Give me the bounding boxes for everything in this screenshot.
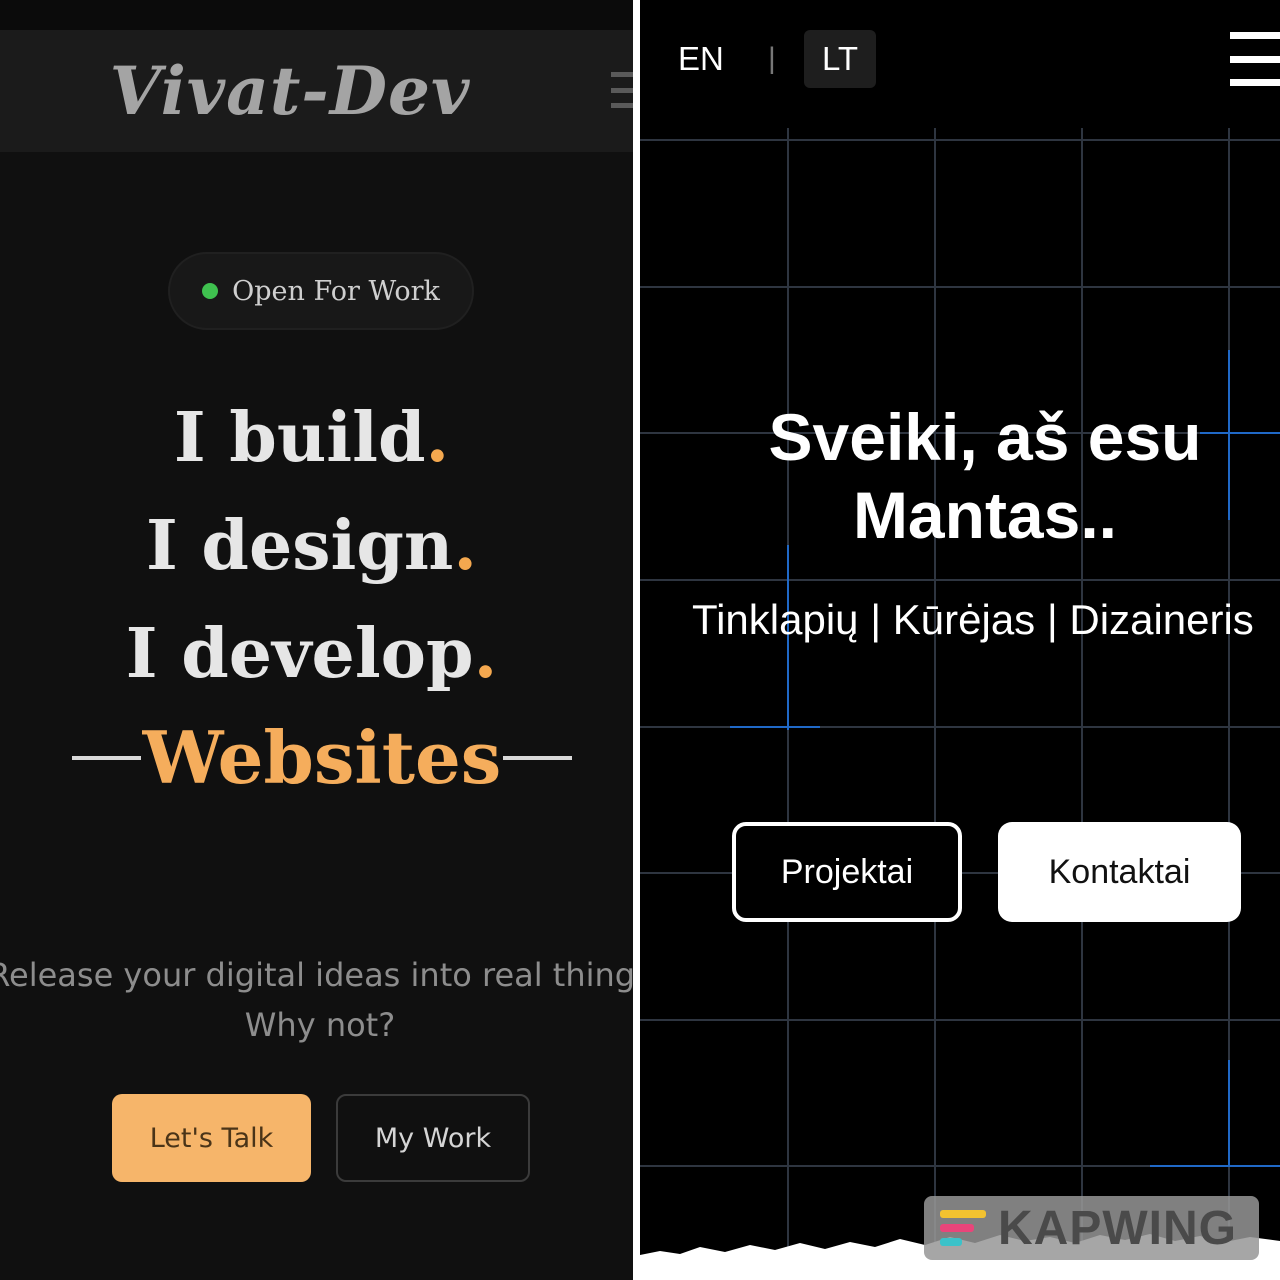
language-switcher: EN | LT (678, 30, 876, 88)
hero-title: Sveiki, aš esu Mantas.. (640, 398, 1280, 554)
projects-button[interactable]: Projektai (732, 822, 962, 922)
my-work-button[interactable]: My Work (336, 1094, 530, 1182)
hamburger-menu-icon[interactable] (1230, 32, 1280, 86)
headline-websites: Websites (72, 722, 572, 794)
mantas-panel: EN | LT Sveiki, aš esu Mantas.. Tinklapi… (640, 0, 1280, 1280)
tagline-line-1: Release your digital ideas into real thi… (0, 956, 633, 994)
top-strip (0, 0, 633, 30)
kapwing-logo-icon (940, 1210, 986, 1246)
kapwing-watermark: KAPWING (924, 1196, 1259, 1260)
tagline: Release your digital ideas into real thi… (0, 950, 633, 1050)
lets-talk-button[interactable]: Let's Talk (112, 1094, 311, 1182)
status-badge: Open For Work (168, 252, 474, 330)
websites-word: Websites (142, 715, 502, 800)
panel-divider (633, 0, 640, 1280)
site-header: Vivat-Dev (0, 30, 633, 152)
vivat-dev-panel: Vivat-Dev Open For Work I build. I desig… (0, 0, 633, 1280)
lang-lt-option[interactable]: LT (804, 30, 876, 88)
lang-separator: | (768, 42, 776, 75)
dash-right (503, 756, 572, 760)
status-badge-label: Open For Work (232, 275, 440, 307)
headline-build: I build. (173, 398, 450, 478)
dash-left (72, 756, 141, 760)
kapwing-watermark-text: KAPWING (998, 1201, 1237, 1255)
hero-title-line-1: Sveiki, aš esu (768, 400, 1202, 474)
status-dot-icon (202, 283, 219, 299)
headline-design: I design. (145, 506, 478, 586)
headline-develop: I develop. (125, 614, 498, 694)
tagline-line-2: Why not? (244, 1006, 396, 1044)
site-logo[interactable]: Vivat-Dev (0, 52, 580, 130)
lang-en-option[interactable]: EN (678, 40, 768, 78)
hero-title-line-2: Mantas.. (852, 478, 1118, 552)
menu-icon[interactable] (611, 72, 633, 108)
hero-subtitle: Tinklapių | Kūrėjas | Dizaineris (692, 596, 1254, 643)
contacts-button[interactable]: Kontaktai (998, 822, 1241, 922)
